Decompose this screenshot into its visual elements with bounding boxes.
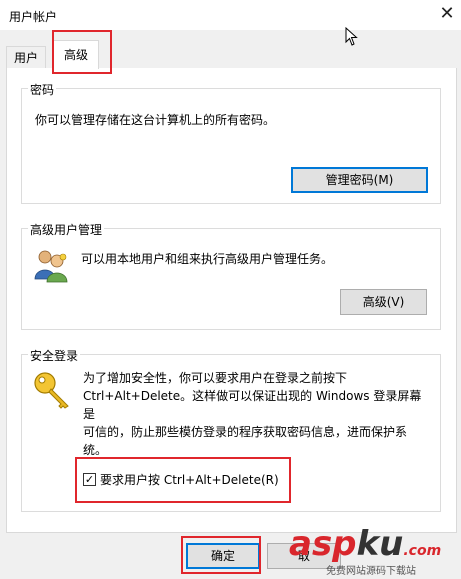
secure-logon-line-1: 为了增加安全性，你可以要求用户在登录之前按下 — [83, 371, 348, 385]
window-title: 用户帐户 — [9, 10, 58, 24]
tab-users[interactable]: 用户 — [6, 46, 46, 69]
password-group-label: 密码 — [28, 81, 57, 98]
password-description: 你可以管理存储在这台计算机上的所有密码。 — [35, 113, 276, 127]
watermark-brand-tld: .com — [403, 543, 442, 559]
watermark-tagline: 免费网站源码下载站 — [326, 566, 416, 577]
watermark-brand-2: ku — [356, 524, 404, 564]
mouse-cursor-icon — [345, 27, 358, 46]
title-bar — [0, 0, 461, 30]
secure-logon-description: 为了增加安全性，你可以要求用户在登录之前按下 Ctrl+Alt+Delete。这… — [83, 369, 433, 459]
secure-logon-group-label: 安全登录 — [28, 347, 81, 364]
users-icon — [34, 250, 68, 283]
watermark-brand-1: asp — [289, 524, 357, 564]
highlight-box-tab — [52, 30, 112, 74]
advanced-user-description: 可以用本地用户和组来执行高级用户管理任务。 — [81, 252, 334, 266]
advanced-button[interactable]: 高级(V) — [340, 289, 427, 315]
advanced-user-group-label: 高级用户管理 — [28, 221, 105, 238]
close-icon[interactable]: ✕ — [436, 3, 458, 25]
highlight-box-checkbox — [75, 457, 291, 503]
tab-users-label: 用户 — [13, 51, 38, 65]
highlight-box-ok — [181, 536, 261, 574]
manage-passwords-button[interactable]: 管理密码(M) — [291, 167, 428, 193]
secure-logon-line-2: Ctrl+Alt+Delete。这样做可以保证出现的 Windows 登录屏幕是 — [83, 389, 422, 421]
key-icon — [34, 372, 69, 409]
secure-logon-line-3: 可信的，防止那些模仿登录的程序获取密码信息，进而保护系 — [83, 425, 408, 439]
